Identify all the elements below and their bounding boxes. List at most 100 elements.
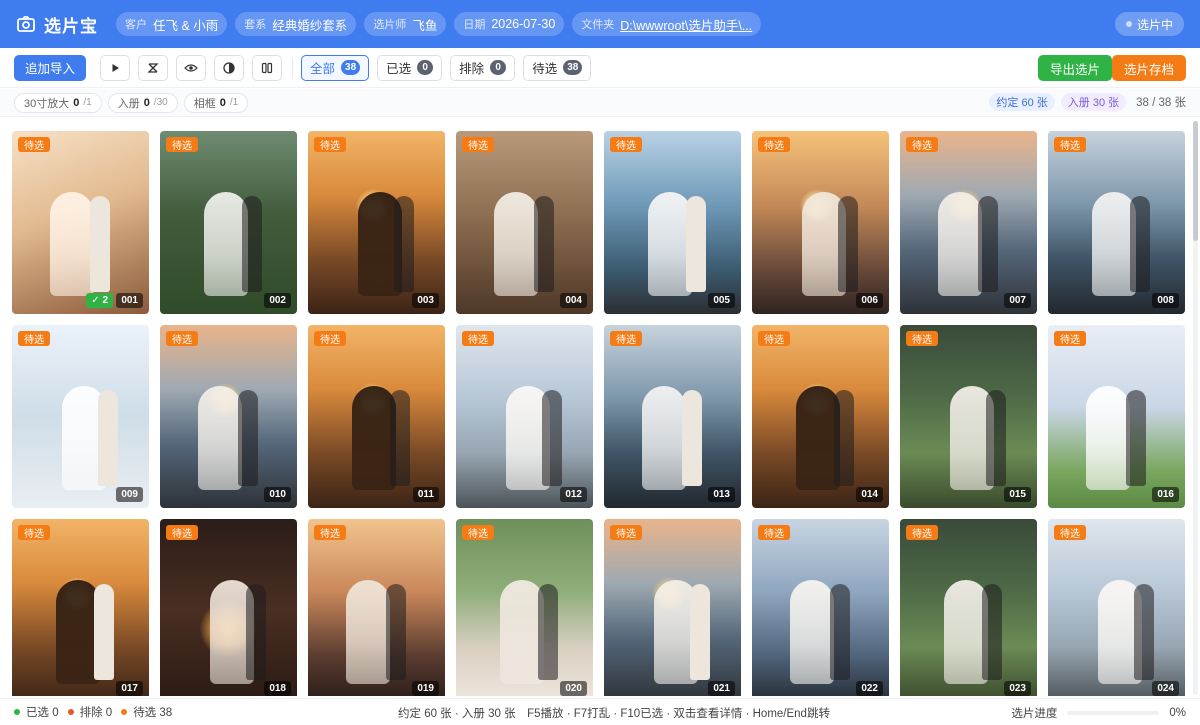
photo-number: 023 [1004,681,1031,696]
count-badge: 0 [417,60,434,75]
compare-icon [261,62,273,73]
photo-number: 010 [264,487,291,502]
compare-button[interactable] [252,54,283,81]
progress-label: 选片进度 [1011,708,1058,720]
filter-pending[interactable]: 待选 38 [523,54,592,81]
pending-tag: 待选 [758,331,790,346]
preview-button[interactable] [176,54,207,81]
groom-figure [534,196,554,292]
package-pill: 套系 经典婚纱套系 [235,12,357,36]
favorite-badge: ✓ 2 [86,293,113,308]
groom-figure [242,196,262,292]
photo-card[interactable]: 待选 007 [900,131,1037,314]
photo-card[interactable]: 待选 024 [1048,519,1185,696]
photo-number: 022 [856,681,883,696]
groom-figure [90,196,110,292]
folder-pill[interactable]: 文件夹 D:\wwwroot\选片助手\... [572,12,762,36]
photo-number: 015 [1004,487,1031,502]
groom-figure [394,196,414,292]
photo-card[interactable]: 待选 002 [160,131,297,314]
photo-count: 38 / 38 张 [1136,97,1186,109]
photo-card[interactable]: 待选 021 [604,519,741,696]
photo-card[interactable]: 待选 008 [1048,131,1185,314]
photo-card[interactable]: 待选 015 [900,325,1037,508]
photo-number: 008 [1152,293,1179,308]
groom-figure [538,584,558,680]
groom-figure [1130,196,1150,292]
photo-card[interactable]: 待选 017 [12,519,149,696]
photo-card[interactable]: 待选 005 [604,131,741,314]
contrast-button[interactable] [214,54,245,81]
pending-tag: 待选 [906,331,938,346]
pending-tag: 待选 [610,137,642,152]
quota-bar: 30寸放大 0/1 入册 0/30 相框 0/1 约定 60 张 入册 30 张 38… [0,89,1200,117]
quota-album[interactable]: 入册 0/30 [107,92,178,113]
pending-tag: 待选 [314,331,346,346]
archive-button[interactable]: 选片存档 [1111,55,1186,81]
photo-grid: 待选 ✓ 2 001 待选 002 待选 003 待选 004 待选 005 待选 006 待选 007 待选… [12,131,1190,696]
pending-tag: 待选 [314,137,346,152]
shortcut-hint: 约定 60 张 · 入册 30 张 F5播放 · F7打乱 · F10已选 · … [398,708,830,720]
shuffle-button[interactable] [138,54,169,81]
orange-dot-icon [121,709,128,715]
photo-number: 020 [560,681,587,696]
filter-all[interactable]: 全部 38 [301,54,370,81]
pending-tag: 待选 [906,525,938,540]
photo-card[interactable]: 待选 ✓ 2 001 [12,131,149,314]
groom-figure [838,196,858,292]
red-dot-icon [67,709,74,715]
pending-tag: 待选 [1054,331,1086,346]
photo-card[interactable]: 待选 009 [12,325,149,508]
photo-card[interactable]: 待选 023 [900,519,1037,696]
photo-card[interactable]: 待选 016 [1048,325,1185,508]
groom-figure [238,390,258,486]
photo-card[interactable]: 待选 004 [456,131,593,314]
photo-card[interactable]: 待选 014 [752,325,889,508]
photo-number: 005 [708,293,735,308]
photo-card[interactable]: 待选 018 [160,519,297,696]
photo-number: 003 [412,293,439,308]
quota-enlarge[interactable]: 30寸放大 0/1 [14,92,102,113]
photo-card[interactable]: 待选 012 [456,325,593,508]
import-button[interactable]: 追加导入 [14,54,87,81]
filter-excluded[interactable]: 排除 0 [450,54,516,81]
photo-number: 004 [560,293,587,308]
pending-tag: 待选 [610,331,642,346]
photo-card[interactable]: 待选 013 [604,325,741,508]
photo-number: 006 [856,293,883,308]
filter-selected[interactable]: 已选 0 [377,54,443,81]
pending-tag: 待选 [18,525,50,540]
pending-tag: 待选 [1054,137,1086,152]
groom-figure [682,390,702,486]
pending-tag: 待选 [462,137,494,152]
pending-tag: 待选 [610,525,642,540]
play-button[interactable] [100,54,131,81]
photo-number: 011 [412,487,439,502]
photo-card[interactable]: 待选 020 [456,519,593,696]
pending-tag: 待选 [462,331,494,346]
toolbar: 追加导入 全部 38 已选 0 排除 0 待选 38 导出选片 选片存档 [0,48,1200,88]
photo-card[interactable]: 待选 010 [160,325,297,508]
photo-card[interactable]: 待选 022 [752,519,889,696]
photo-number: 018 [264,681,291,696]
scrollbar-thumb[interactable] [1193,121,1198,241]
photo-card[interactable]: 待选 019 [308,519,445,696]
photo-card[interactable]: 待选 011 [308,325,445,508]
photo-card[interactable]: 待选 006 [752,131,889,314]
folder-link[interactable]: D:\wwwroot\选片助手\... [620,15,752,34]
groom-figure [982,584,1002,680]
client-pill: 客户 任飞 & 小雨 [116,12,228,36]
photo-card[interactable]: 待选 003 [308,131,445,314]
pending-tag: 待选 [166,331,198,346]
groom-figure [834,390,854,486]
groom-figure [690,584,710,680]
quota-frame[interactable]: 相框 0/1 [183,92,249,113]
toolbar-divider [292,57,294,78]
camera-icon [16,14,36,34]
export-button[interactable]: 导出选片 [1037,55,1112,81]
selector-pill: 选片师 飞鱼 [364,12,447,36]
app-header: 选片宝 客户 任飞 & 小雨 套系 经典婚纱套系 选片师 飞鱼 日期 2026-07-3… [0,0,1200,48]
bride-figure [50,192,94,296]
status-badge: 选片中 [1114,12,1184,36]
grid-scrollbar[interactable] [1193,121,1198,695]
